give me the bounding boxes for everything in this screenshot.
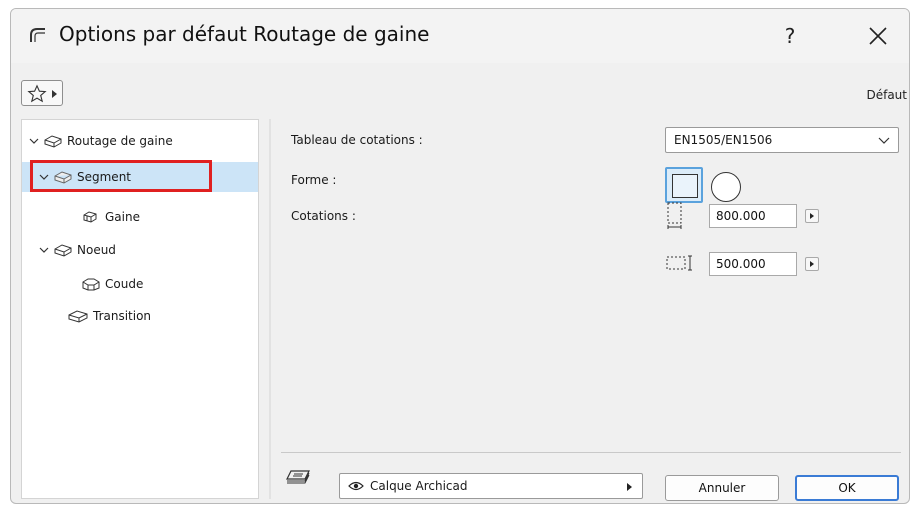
chevron-down-icon [39, 247, 49, 253]
table-select[interactable]: EN1505/EN1506 [665, 127, 899, 153]
width-input[interactable]: 800.000 [709, 204, 797, 228]
favorites-arrow-icon [52, 90, 57, 98]
ok-button[interactable]: OK [795, 475, 899, 501]
duct-icon [54, 244, 72, 257]
close-button[interactable] [861, 19, 895, 53]
height-options-arrow[interactable] [805, 257, 819, 271]
tree-item-gaine[interactable]: Gaine [82, 202, 140, 232]
layer-select[interactable]: Calque Archicad [339, 473, 643, 499]
elbow-icon [82, 278, 100, 291]
layers-icon [286, 470, 310, 484]
star-icon [27, 84, 47, 103]
shape-circle-button[interactable] [711, 172, 741, 202]
tree-item-label: Gaine [105, 210, 140, 224]
tree-item-label: Coude [105, 277, 144, 291]
title-bar: Options par défaut Routage de gaine ? [11, 9, 909, 63]
favorites-button[interactable] [21, 80, 63, 106]
eye-icon [348, 481, 364, 491]
tree-item-label: Routage de gaine [67, 134, 173, 148]
duct-icon [44, 135, 62, 148]
cancel-button[interactable]: Annuler [665, 475, 779, 501]
tree-item-noeud[interactable]: Noeud [38, 235, 116, 265]
tree-item-label: Noeud [77, 243, 116, 257]
tree-panel: Routage de gaine Segment Gaine Noeud Cou… [21, 119, 259, 499]
table-label: Tableau de cotations : [291, 133, 423, 147]
transition-icon [68, 310, 88, 323]
chevron-down-icon [29, 138, 39, 144]
layer-select-value: Calque Archicad [370, 479, 468, 493]
annotation-highlight [30, 160, 212, 192]
caret-right-icon [627, 483, 632, 491]
panel-splitter[interactable] [269, 119, 271, 499]
duct-route-icon [30, 28, 45, 42]
shape-label: Forme : [291, 173, 337, 187]
chevron-down-icon [878, 137, 890, 144]
tree-item-coude[interactable]: Coude [82, 269, 143, 299]
footer-divider [281, 452, 901, 453]
default-label: Défaut [866, 88, 907, 102]
width-options-arrow[interactable] [805, 209, 819, 223]
width-dimension-icon [667, 202, 682, 229]
tree-item-label: Transition [93, 309, 152, 323]
table-select-value: EN1505/EN1506 [674, 133, 773, 147]
tree-item-routage-de-gaine[interactable]: Routage de gaine [28, 126, 173, 156]
tree-item-transition[interactable]: Transition [68, 301, 151, 331]
dimensions-label: Cotations : [291, 209, 356, 223]
shape-rectangle-button[interactable] [665, 167, 703, 203]
close-icon [869, 27, 887, 45]
dialog-title: Options par défaut Routage de gaine [59, 22, 430, 46]
help-button[interactable]: ? [775, 19, 805, 53]
height-dimension-icon [666, 255, 692, 271]
height-input[interactable]: 500.000 [709, 252, 797, 276]
duct-piece-icon [83, 211, 97, 223]
dialog-window: Options par défaut Routage de gaine ? Dé… [10, 8, 910, 504]
